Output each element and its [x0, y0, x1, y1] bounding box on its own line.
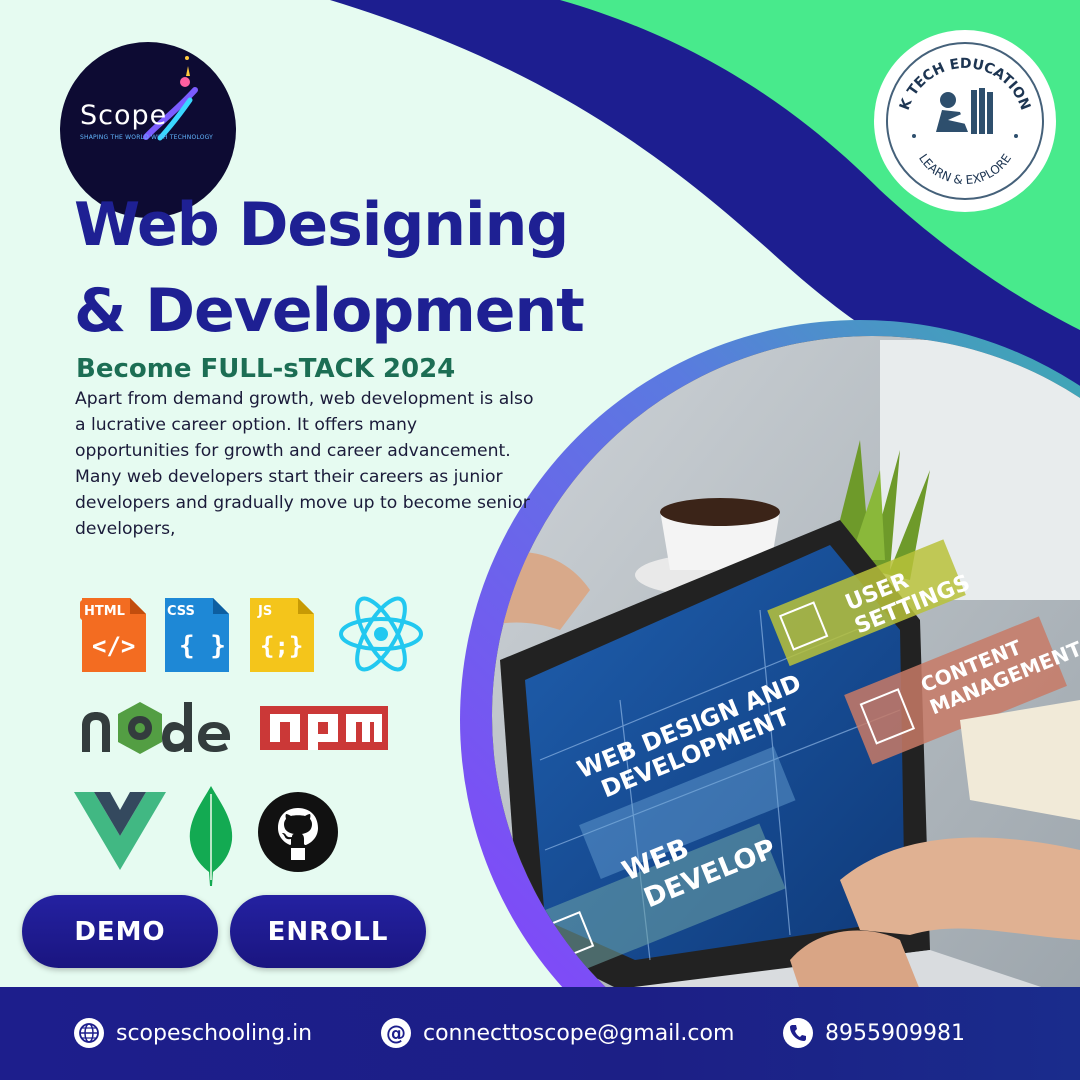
- headline-line-1: Web Designing: [74, 190, 569, 260]
- html-icon: HTML </>: [80, 598, 146, 672]
- footer-website[interactable]: scopeschooling.in: [74, 1016, 312, 1050]
- vue-icon: [74, 792, 166, 870]
- js-icon-label: JS: [257, 604, 272, 619]
- svg-text:LEARN & EXPLORE: LEARN & EXPLORE: [916, 151, 1014, 187]
- svg-text:K TECH EDUCATION: K TECH EDUCATION: [897, 56, 1033, 112]
- github-icon: [258, 792, 338, 872]
- js-icon: JS {;}: [250, 598, 314, 672]
- scope-logo-word: Scope: [80, 100, 168, 131]
- at-sign-icon: @: [381, 1018, 411, 1048]
- css-icon: CSS { }: [165, 598, 229, 672]
- ktech-bottom-text: LEARN & EXPLORE: [916, 151, 1014, 187]
- ktech-badge: K TECH EDUCATION LEARN & EXPLORE: [876, 32, 1054, 210]
- footer: scopeschooling.in @ connecttoscope@gmail…: [0, 987, 1080, 1080]
- footer-phone[interactable]: 8955909981: [783, 1016, 965, 1050]
- footer-website-text: scopeschooling.in: [116, 1020, 313, 1046]
- npm-icon: npm: [260, 706, 388, 750]
- globe-icon: [74, 1018, 104, 1048]
- html-icon-label: HTML: [84, 604, 125, 619]
- poster: WEB DESIGN AND DEVELOPMENT WEB DEVELOP U…: [0, 0, 1080, 1080]
- description: Apart from demand growth, web developmen…: [75, 389, 534, 539]
- footer-phone-text: 8955909981: [825, 1020, 965, 1046]
- react-icon: [339, 596, 423, 672]
- headline-line-2: & Development: [74, 276, 585, 346]
- scope-logo-tagline: SHAPING THE WORLD WITH TECHNOLOGY: [80, 134, 214, 141]
- nodejs-icon-label: node: [80, 700, 83, 701]
- mongodb-icon: [189, 786, 233, 886]
- svg-text:{ }: { }: [179, 631, 226, 661]
- nodejs-icon: node: [80, 700, 230, 754]
- svg-text:</>: </>: [92, 632, 135, 660]
- footer-email[interactable]: @ connecttoscope@gmail.com: [381, 1016, 734, 1050]
- enroll-button[interactable]: ENROLL: [230, 895, 426, 968]
- subtitle: Become FULL-sTACK 2024: [76, 354, 456, 384]
- svg-text:{;}: {;}: [260, 632, 303, 660]
- demo-button[interactable]: DEMO: [22, 895, 218, 968]
- ktech-badge-icon: K TECH EDUCATION LEARN & EXPLORE: [886, 42, 1044, 200]
- ktech-top-text: K TECH EDUCATION: [897, 56, 1033, 112]
- phone-icon: [783, 1018, 813, 1048]
- css-icon-label: CSS: [167, 604, 195, 619]
- footer-email-text: connecttoscope@gmail.com: [423, 1020, 735, 1046]
